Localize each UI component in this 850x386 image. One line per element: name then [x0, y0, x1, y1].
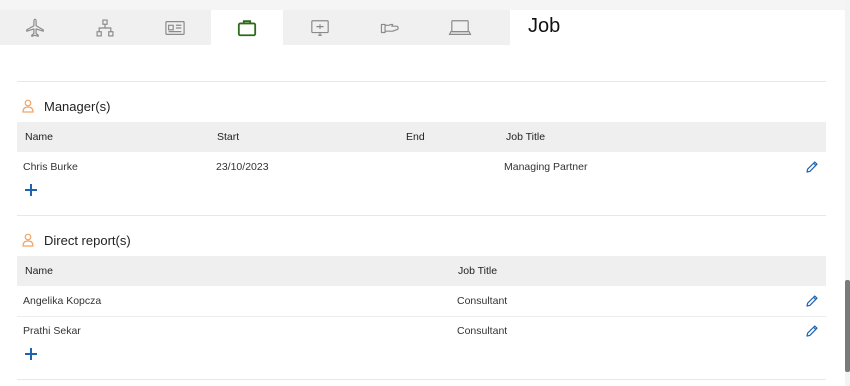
- tab-benefits[interactable]: [355, 10, 425, 45]
- edit-report-button[interactable]: [804, 323, 820, 339]
- edit-report-button[interactable]: [804, 293, 820, 309]
- plus-icon: [25, 348, 37, 360]
- page-title: Job: [528, 15, 561, 37]
- pencil-icon: [806, 295, 818, 307]
- manager-start: 23/10/2023: [216, 161, 269, 173]
- edit-manager-button[interactable]: [804, 159, 820, 175]
- direct-reports-section-header: Direct report(s): [20, 232, 131, 248]
- column-header-name: Name: [25, 131, 54, 143]
- column-header-end: End: [406, 131, 425, 143]
- divider: [17, 379, 826, 380]
- table-row: Angelika Kopcza Consultant: [17, 286, 826, 317]
- add-manager-button[interactable]: [23, 182, 39, 198]
- person-icon: [20, 98, 36, 114]
- direct-reports-section-title: Direct report(s): [44, 232, 131, 248]
- managers-section-title: Manager(s): [44, 98, 111, 114]
- tab-devices[interactable]: [425, 10, 495, 45]
- add-direct-report-button[interactable]: [23, 346, 39, 362]
- manager-name: Chris Burke: [23, 161, 78, 173]
- laptop-icon: [448, 18, 472, 38]
- column-header-job-title: Job Title: [506, 131, 546, 143]
- report-job-title: Consultant: [457, 325, 508, 337]
- report-job-title: Consultant: [457, 295, 508, 307]
- direct-reports-table-header: Name Job Title: [17, 256, 826, 286]
- tab-organization[interactable]: [70, 10, 140, 45]
- tab-equipment[interactable]: [285, 10, 355, 45]
- column-header-name: Name: [25, 265, 54, 277]
- monitor-icon: [309, 18, 331, 38]
- hand-icon: [379, 19, 401, 37]
- tab-job[interactable]: [211, 10, 283, 45]
- airplane-icon: [24, 17, 46, 39]
- managers-table-header: Name Start End Job Title: [17, 122, 826, 152]
- briefcase-icon: [236, 18, 258, 38]
- column-header-start: Start: [217, 131, 240, 143]
- managers-section-header: Manager(s): [20, 98, 110, 114]
- org-chart-icon: [95, 18, 115, 38]
- id-card-icon: [164, 18, 186, 38]
- column-header-job-title: Job Title: [458, 265, 498, 277]
- divider: [17, 215, 826, 216]
- report-name: Prathi Sekar: [23, 325, 81, 337]
- person-icon: [20, 232, 36, 248]
- plus-icon: [25, 184, 37, 196]
- pencil-icon: [806, 325, 818, 337]
- top-band: [0, 0, 850, 10]
- manager-job-title: Managing Partner: [504, 161, 588, 173]
- table-row: Prathi Sekar Consultant: [17, 316, 826, 346]
- table-row: Chris Burke 23/10/2023 Managing Partner: [17, 152, 826, 182]
- tab-identity[interactable]: [140, 10, 210, 45]
- scrollbar-thumb[interactable]: [845, 280, 850, 372]
- report-name: Angelika Kopcza: [23, 295, 102, 307]
- tab-bar: [0, 10, 510, 45]
- pencil-icon: [806, 161, 818, 173]
- divider: [17, 81, 826, 82]
- tab-travel[interactable]: [0, 10, 70, 45]
